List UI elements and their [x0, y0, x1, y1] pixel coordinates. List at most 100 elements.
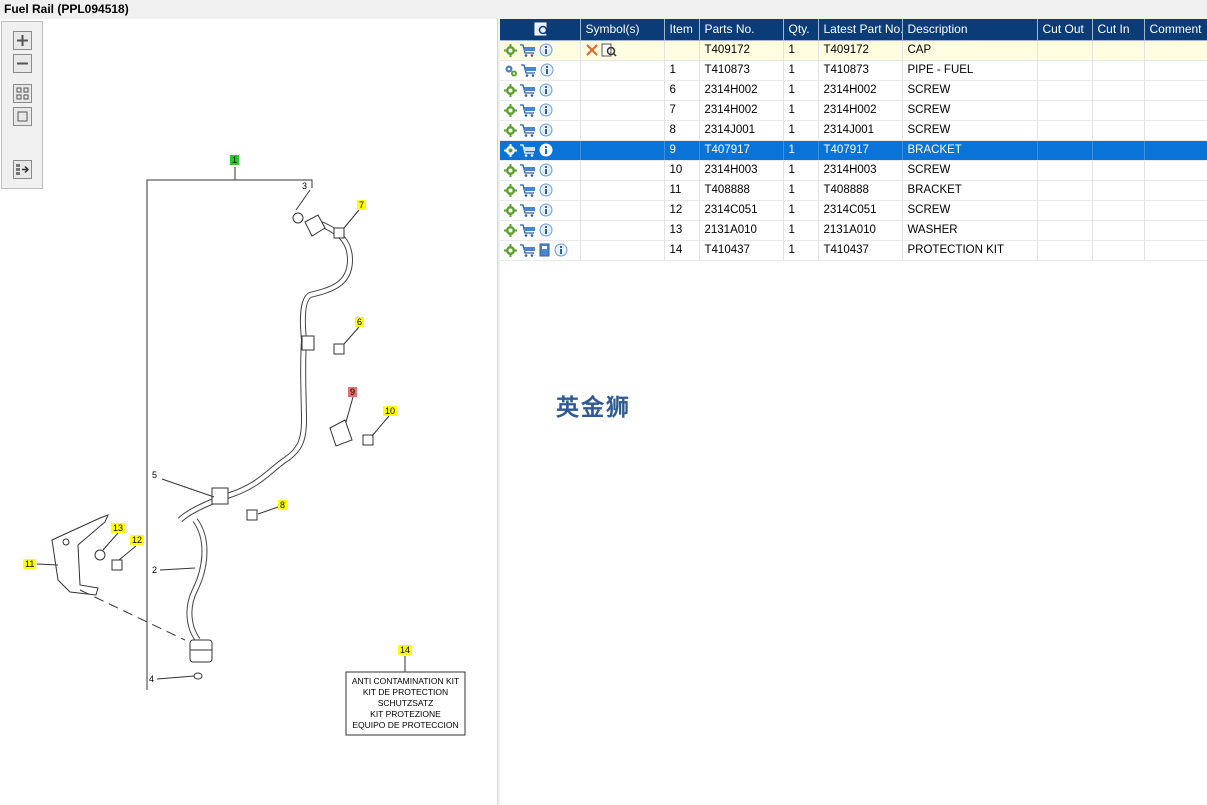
row-latest-part-no: T410437: [818, 240, 903, 261]
table-row[interactable]: 8 2314J001 1 2314J001 SCREW: [500, 120, 1207, 141]
row-description: BRACKET: [902, 140, 1038, 161]
info-icon[interactable]: [539, 223, 553, 237]
cart-icon[interactable]: [521, 63, 537, 77]
fit-all-button[interactable]: [13, 84, 32, 103]
fit-window-button[interactable]: [13, 107, 32, 126]
cart-icon[interactable]: [520, 203, 536, 217]
column-header-comment[interactable]: Comment: [1144, 19, 1207, 41]
callout-4[interactable]: 4: [149, 674, 154, 684]
cart-icon[interactable]: [520, 123, 536, 137]
cart-icon[interactable]: [520, 103, 536, 117]
row-item: 11: [664, 180, 700, 201]
callout-14[interactable]: 14: [398, 645, 413, 655]
info-icon[interactable]: [539, 163, 553, 177]
row-latest-part-no: 2131A010: [818, 220, 903, 241]
row-part-no: T407917: [699, 140, 784, 161]
gear-icon[interactable]: [504, 183, 517, 197]
info-icon[interactable]: [539, 43, 553, 57]
gears-icon[interactable]: [504, 64, 518, 77]
callout-9[interactable]: 9: [348, 387, 358, 397]
callout-1[interactable]: 1: [230, 155, 240, 165]
column-header-cut-in[interactable]: Cut In: [1092, 19, 1145, 41]
show-list-button[interactable]: [13, 160, 32, 179]
document-search-icon[interactable]: [601, 43, 617, 57]
callout-13[interactable]: 13: [111, 523, 126, 533]
info-icon[interactable]: [539, 103, 553, 117]
gear-icon[interactable]: [504, 123, 517, 137]
row-symbols: [580, 60, 665, 81]
table-row[interactable]: 9 T407917 1 T407917 BRACKET: [500, 140, 1207, 161]
table-row[interactable]: 13 2131A010 1 2131A010 WASHER: [500, 220, 1207, 241]
row-cut-out: [1037, 240, 1093, 261]
cart-icon[interactable]: [520, 163, 536, 177]
table-row[interactable]: 14 T410437 1 T410437 PROTECTION KIT: [500, 240, 1207, 261]
row-latest-part-no: T410873: [818, 60, 903, 81]
callout-8[interactable]: 8: [278, 500, 288, 510]
info-icon[interactable]: [539, 203, 553, 217]
info-icon[interactable]: [554, 243, 568, 257]
cart-icon[interactable]: [520, 223, 536, 237]
column-header-description[interactable]: Description: [902, 19, 1038, 41]
row-latest-part-no: 2314H002: [818, 80, 903, 101]
row-part-no: 2314H002: [699, 80, 784, 101]
table-row[interactable]: 10 2314H003 1 2314H003 SCREW: [500, 160, 1207, 181]
parts-table: Symbol(s) Item Parts No. Qty. Latest Par…: [500, 19, 1207, 261]
table-row[interactable]: 7 2314H002 1 2314H002 SCREW: [500, 100, 1207, 121]
column-header-latest-part-no[interactable]: Latest Part No.: [818, 19, 903, 41]
row-actions: [500, 40, 581, 61]
gear-icon[interactable]: [504, 103, 517, 117]
row-cut-in: [1092, 220, 1145, 241]
table-row[interactable]: 11 T408888 1 T408888 BRACKET: [500, 180, 1207, 201]
info-icon[interactable]: [539, 83, 553, 97]
callout-7[interactable]: 7: [357, 200, 367, 210]
cart-icon[interactable]: [520, 243, 536, 257]
column-header-symbols[interactable]: Symbol(s): [580, 19, 665, 41]
list-arrow-icon: [16, 164, 30, 175]
gear-icon[interactable]: [504, 43, 517, 57]
column-header-qty[interactable]: Qty.: [783, 19, 819, 41]
row-description: WASHER: [902, 220, 1038, 241]
row-item: 7: [664, 100, 700, 121]
callout-12[interactable]: 12: [130, 535, 145, 545]
callout-3[interactable]: 3: [302, 181, 307, 191]
book-icon[interactable]: [539, 243, 551, 257]
column-header-parts-no[interactable]: Parts No.: [699, 19, 784, 41]
column-header-item[interactable]: Item: [664, 19, 700, 41]
table-row[interactable]: T409172 1 T409172 CAP: [500, 40, 1207, 61]
column-header-search[interactable]: [500, 19, 581, 41]
row-comment: [1144, 200, 1207, 221]
info-icon[interactable]: [540, 63, 554, 77]
row-cut-out: [1037, 180, 1093, 201]
row-qty: 1: [783, 180, 819, 201]
table-row[interactable]: 12 2314C051 1 2314C051 SCREW: [500, 200, 1207, 221]
info-icon[interactable]: [539, 123, 553, 137]
gear-icon[interactable]: [504, 223, 517, 237]
row-item: 13: [664, 220, 700, 241]
cart-icon[interactable]: [520, 183, 536, 197]
column-header-cut-out[interactable]: Cut Out: [1037, 19, 1093, 41]
callout-5[interactable]: 5: [152, 470, 157, 480]
callout-11[interactable]: 11: [23, 559, 37, 569]
zoom-in-button[interactable]: [13, 31, 32, 50]
table-row[interactable]: 1 T410873 1 T410873 PIPE - FUEL: [500, 60, 1207, 81]
callout-6[interactable]: 6: [355, 317, 365, 327]
table-row[interactable]: 6 2314H002 1 2314H002 SCREW: [500, 80, 1207, 101]
table-header-row: Symbol(s) Item Parts No. Qty. Latest Par…: [500, 19, 1207, 41]
row-part-no: 2314J001: [699, 120, 784, 141]
zoom-out-button[interactable]: [13, 54, 32, 73]
gear-icon[interactable]: [504, 203, 517, 217]
gear-icon[interactable]: [504, 243, 517, 257]
cart-icon[interactable]: [520, 43, 536, 57]
cart-icon[interactable]: [520, 83, 536, 97]
cart-icon[interactable]: [520, 143, 536, 157]
info-icon[interactable]: [539, 143, 553, 157]
row-latest-part-no: T409172: [818, 40, 903, 61]
gear-icon[interactable]: [504, 163, 517, 177]
close-icon[interactable]: [585, 44, 598, 56]
info-icon[interactable]: [539, 183, 553, 197]
gear-icon[interactable]: [504, 143, 517, 157]
callout-10[interactable]: 10: [383, 406, 398, 416]
diagram-pane[interactable]: 1 3 7 6 9 10 5 8 13 12 11 2 14 4 ANTI CO…: [0, 19, 497, 805]
gear-icon[interactable]: [504, 83, 517, 97]
callout-2[interactable]: 2: [152, 565, 157, 575]
